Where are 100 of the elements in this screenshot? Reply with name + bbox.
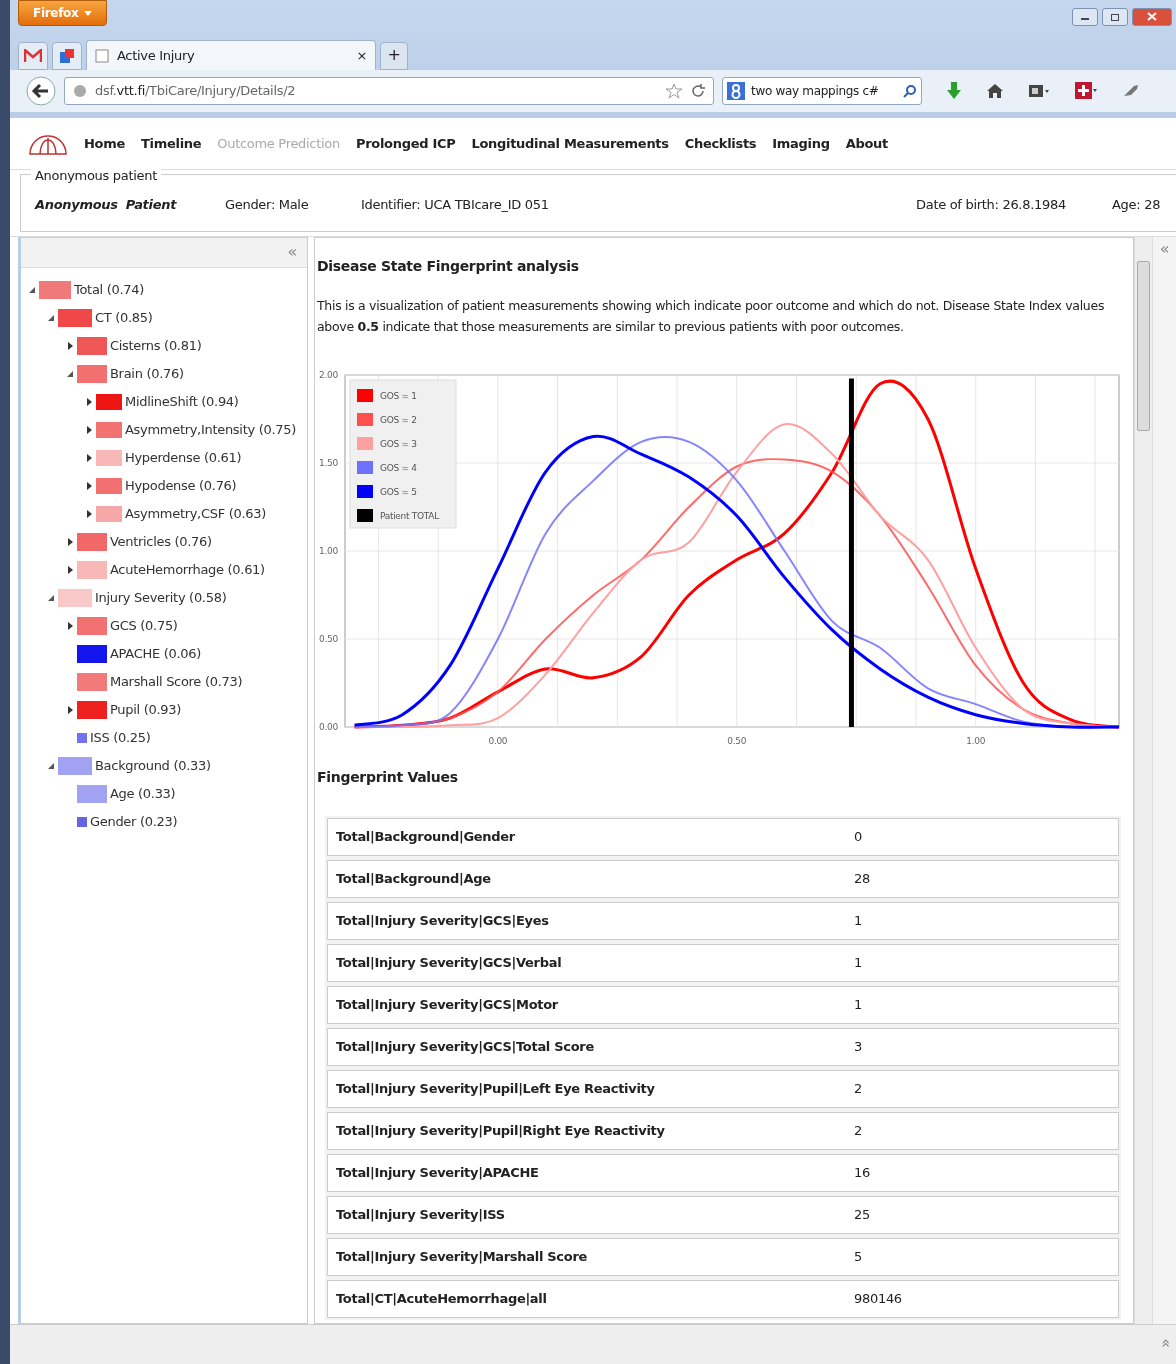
description-text: This is a visualization of patient measurements showing which indicate poor outcome and which do not. Disease State Index values above 0.5 indicate that those measurements are similar to previous patients with poor outcomes. <box>317 297 1106 336</box>
row-value: 1 <box>854 912 862 931</box>
nav-link[interactable]: About <box>845 133 888 154</box>
pinned-tab[interactable] <box>18 42 48 70</box>
search-field[interactable]: two way mappings c# <box>722 77 922 105</box>
tree-label: Marshall Score (0.73) <box>110 673 243 692</box>
scroll-thumb[interactable] <box>1137 261 1150 431</box>
row-name: Total|Injury Severity|GCS|Total Score <box>336 1038 595 1057</box>
home-icon[interactable] <box>986 83 1004 99</box>
legend-swatch <box>357 461 373 474</box>
age-text: Age: 28 <box>1112 196 1162 214</box>
legend-label: GOS = 4 <box>380 463 417 473</box>
row-name: Total|Injury Severity|APACHE <box>336 1164 540 1183</box>
mail-icon <box>24 49 42 63</box>
row-name: Total|Injury Severity|GCS|Verbal <box>336 954 563 973</box>
row-value: 5 <box>854 1248 862 1267</box>
maximize-icon <box>1110 12 1120 21</box>
collapsed-arrow-icon[interactable] <box>66 706 74 714</box>
nav-link[interactable]: Prolonged ICP <box>355 133 456 154</box>
tree-label: Ventricles (0.76) <box>110 533 212 552</box>
expanded-arrow-icon[interactable] <box>66 370 74 378</box>
collapsed-arrow-icon[interactable] <box>85 426 93 434</box>
minimize-button[interactable] <box>1072 8 1098 26</box>
row-value: 0 <box>854 828 862 847</box>
row-value: 16 <box>854 1164 870 1183</box>
tree-label: Pupil (0.93) <box>110 701 181 720</box>
nav-link[interactable]: Home <box>84 133 125 154</box>
tab-close-button[interactable]: × <box>356 45 367 66</box>
section-title: Disease State Fingerprint analysis <box>317 257 580 276</box>
close-button[interactable] <box>1132 8 1172 26</box>
collapsed-arrow-icon[interactable] <box>66 538 74 546</box>
first-name: Anonymous <box>35 197 118 212</box>
collapsed-arrow-icon[interactable] <box>85 482 93 490</box>
tree-label: Hypodense (0.76) <box>125 477 237 496</box>
legend-swatch <box>357 509 373 522</box>
tree-label: Asymmetry,Intensity (0.75) <box>125 421 296 440</box>
download-icon[interactable] <box>946 82 962 100</box>
collapsed-arrow-icon[interactable] <box>85 454 93 462</box>
search-icon[interactable] <box>903 84 917 98</box>
legend-swatch <box>357 413 373 426</box>
nav-link[interactable]: Timeline <box>141 133 202 154</box>
new-tab-button[interactable]: + <box>380 42 408 70</box>
row-name: Total|Injury Severity|GCS|Motor <box>336 996 559 1015</box>
row-name: Total|Injury Severity|GCS|Eyes <box>336 912 550 931</box>
row-value: 980146 <box>854 1290 902 1309</box>
legend-swatch <box>357 485 373 498</box>
tree-label: Cisterns (0.81) <box>110 337 202 356</box>
legend-label: GOS = 1 <box>380 391 417 401</box>
window-icon[interactable] <box>1028 83 1050 99</box>
y-tick-label: 1.00 <box>319 546 338 556</box>
nav-link[interactable]: Longitudinal Measurements <box>471 133 669 154</box>
collapsed-arrow-icon[interactable] <box>66 566 74 574</box>
back-icon[interactable] <box>26 76 56 106</box>
expanded-arrow-icon[interactable] <box>28 286 36 294</box>
pinned-tab[interactable] <box>52 42 82 70</box>
row-value: 3 <box>854 1038 862 1057</box>
gender-text: Gender: Male <box>225 196 310 214</box>
search-engine-icon[interactable] <box>727 82 747 100</box>
tree-label: Background (0.33) <box>95 757 211 776</box>
x-tick-label: 0.50 <box>727 736 747 746</box>
legend-swatch <box>357 389 373 402</box>
section-title: Fingerprint Values <box>317 768 459 787</box>
panel-legend: Anonymous patient <box>31 166 161 186</box>
collapsed-arrow-icon[interactable] <box>66 622 74 630</box>
row-name: Total|Injury Severity|Pupil|Left Eye Reactivity <box>336 1080 656 1099</box>
star-icon[interactable] <box>665 83 683 99</box>
expanded-arrow-icon[interactable] <box>47 594 55 602</box>
addon-icon[interactable] <box>1074 81 1098 101</box>
close-icon <box>1147 12 1157 21</box>
expanded-arrow-icon[interactable] <box>47 314 55 322</box>
expanded-arrow-icon[interactable] <box>47 762 55 770</box>
y-tick-label: 0.50 <box>319 634 338 644</box>
tree-label: Brain (0.76) <box>110 365 184 384</box>
row-name: Total|Background|Age <box>336 870 492 889</box>
tree-label: Total (0.74) <box>74 281 144 300</box>
nav-link[interactable]: Checklists <box>684 133 757 154</box>
reload-icon[interactable] <box>691 84 705 98</box>
collapsed-arrow-icon[interactable] <box>85 510 93 518</box>
y-tick-label: 2.00 <box>319 370 338 380</box>
nav-link[interactable]: Imaging <box>772 133 830 154</box>
cube-icon <box>58 47 76 65</box>
page-icon <box>95 48 109 63</box>
tree-label: MidlineShift (0.94) <box>125 393 239 412</box>
tree-label: Asymmetry,CSF (0.63) <box>125 505 266 524</box>
collapsed-arrow-icon[interactable] <box>66 342 74 350</box>
url-text: dsf.vtt.fi/TbiCare/Injury/Details/2 <box>95 82 297 101</box>
y-tick-label: 0.00 <box>319 722 338 732</box>
tree-label: GCS (0.75) <box>110 617 178 636</box>
scrollbar[interactable] <box>1134 237 1152 1324</box>
row-value: 28 <box>854 870 870 889</box>
search-text: two way mappings c# <box>751 83 880 100</box>
tree-label: AcuteHemorrhage (0.61) <box>110 561 265 580</box>
legend-label: Patient TOTAL <box>380 511 439 521</box>
address-field[interactable]: dsf.vtt.fi/TbiCare/Injury/Details/2 <box>64 77 714 105</box>
row-name: Total|CT|AcuteHemorrhage|all <box>336 1290 548 1309</box>
collapsed-arrow-icon[interactable] <box>85 398 93 406</box>
row-name: Total|Injury Severity|ISS <box>336 1206 506 1225</box>
maximize-button[interactable] <box>1102 8 1128 26</box>
browser-tab[interactable]: Active Injury × <box>86 40 376 70</box>
identifier-text: Identifier: UCA TBIcare_ID 051 <box>361 196 550 214</box>
